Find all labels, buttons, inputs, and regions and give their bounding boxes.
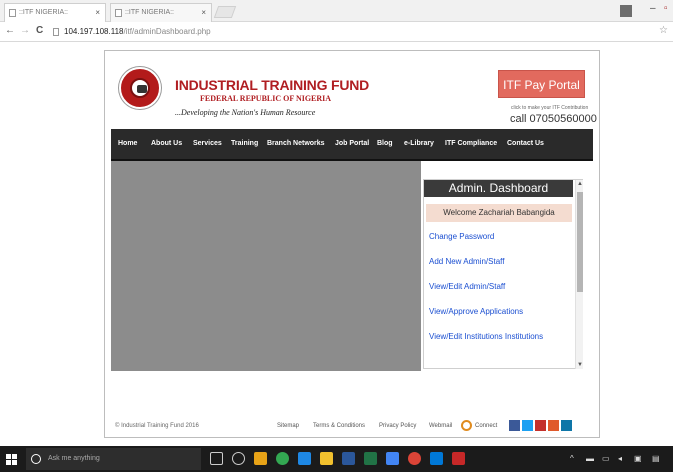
app-icon[interactable] <box>320 452 333 465</box>
browser-tab-1[interactable]: ::ITF NIGERIA:: × <box>4 3 106 22</box>
chrome-icon[interactable] <box>408 452 421 465</box>
app-icon[interactable] <box>276 452 289 465</box>
volume-icon[interactable]: ◂ <box>618 454 622 463</box>
contact-phone: call 07050560000 <box>510 113 597 125</box>
copyright-text: © Industrial Training Fund 2016 <box>115 423 199 429</box>
connect-icon <box>461 420 472 431</box>
youtube-icon[interactable] <box>535 420 546 431</box>
windows-taskbar: Ask me anything ^ ▬ ▭ ◂ ▣ ▤ <box>0 446 673 472</box>
welcome-message: Welcome Zachariah Babangida <box>426 204 572 222</box>
windows-start-icon[interactable] <box>6 454 17 465</box>
cortana-icon <box>31 454 41 464</box>
pay-portal-note: click to make your ITF Contribution <box>511 105 589 111</box>
menu-item-itf-compliance[interactable]: ITF Compliance <box>445 140 497 147</box>
reload-icon[interactable]: C <box>36 25 43 36</box>
pdf-icon[interactable] <box>452 452 465 465</box>
scrollbar-thumb[interactable] <box>577 192 583 292</box>
url-path: /itf/adminDashboard.php <box>123 27 211 36</box>
footer-link-terms[interactable]: Terms & Conditions <box>313 423 365 429</box>
close-window-icon[interactable]: ▫ <box>664 3 668 14</box>
menu-item-about[interactable]: About Us <box>151 140 182 147</box>
address-bar: ← → C 104.197.108.118/itf/adminDashboard… <box>0 22 673 42</box>
url-host: 104.197.108.118 <box>64 27 124 36</box>
menu-item-home[interactable]: Home <box>118 140 137 147</box>
scroll-down-icon[interactable]: ▼ <box>577 362 583 368</box>
minimize-icon[interactable]: – <box>650 3 656 14</box>
admin-dashboard-panel: Admin. Dashboard Welcome Zachariah Baban… <box>423 179 583 369</box>
eagle-icon <box>137 85 147 93</box>
menu-item-job-portal[interactable]: Job Portal <box>335 140 369 147</box>
add-admin-staff-link[interactable]: Add New Admin/Staff <box>429 257 569 266</box>
linkedin-icon[interactable] <box>561 420 572 431</box>
notification-icon[interactable]: ▣ <box>634 454 642 463</box>
app-icon[interactable] <box>430 452 443 465</box>
web-page: INDUSTRIAL TRAINING FUND FEDERAL REPUBLI… <box>0 42 673 446</box>
org-motto: ...Developing the Nation's Human Resourc… <box>175 108 316 117</box>
page-icon <box>53 28 59 36</box>
menu-item-elibrary[interactable]: e-Library <box>404 140 434 147</box>
org-name: INDUSTRIAL TRAINING FUND <box>175 77 370 93</box>
edge-icon[interactable] <box>232 452 245 465</box>
new-tab-button[interactable] <box>213 6 237 18</box>
word-icon[interactable] <box>342 452 355 465</box>
menu-item-contact[interactable]: Contact Us <box>507 140 544 147</box>
network-icon[interactable]: ▬ <box>586 454 594 463</box>
back-arrow-icon[interactable]: ← <box>5 25 15 36</box>
task-view-icon[interactable] <box>210 452 223 465</box>
tab-title: ::ITF NIGERIA:: <box>19 9 69 16</box>
forward-arrow-icon[interactable]: → <box>20 25 30 36</box>
view-edit-institutions-link[interactable]: View/Edit Institutions Institutions <box>429 332 569 341</box>
view-approve-applications-link[interactable]: View/Approve Applications <box>429 307 569 316</box>
url-field[interactable]: 104.197.108.118/itf/adminDashboard.php <box>52 25 652 39</box>
page-icon <box>115 9 122 17</box>
itf-pay-portal-button[interactable]: ITF Pay Portal <box>498 70 585 98</box>
page-icon <box>9 9 16 17</box>
footer-link-webmail[interactable]: Webmail <box>429 423 452 429</box>
page-footer: © Industrial Training Fund 2016 Sitemap … <box>111 419 593 435</box>
facebook-icon[interactable] <box>509 420 520 431</box>
excel-icon[interactable] <box>364 452 377 465</box>
view-edit-admin-staff-link[interactable]: View/Edit Admin/Staff <box>429 282 569 291</box>
logo-seal <box>130 78 150 98</box>
twitter-icon[interactable] <box>522 420 533 431</box>
page-container: INDUSTRIAL TRAINING FUND FEDERAL REPUBLI… <box>104 50 600 438</box>
browser-tab-bar: ::ITF NIGERIA:: × ::ITF NIGERIA:: × – ▫ <box>0 0 673 22</box>
admin-panel-scrollbar[interactable]: ▲ ▼ <box>575 180 583 369</box>
tray-chevron-icon[interactable]: ^ <box>570 454 574 463</box>
footer-link-privacy[interactable]: Privacy Policy <box>379 423 416 429</box>
app-icon[interactable] <box>386 452 399 465</box>
browser-tab-2[interactable]: ::ITF NIGERIA:: × <box>110 3 212 22</box>
menu-item-services[interactable]: Services <box>193 140 222 147</box>
rss-icon[interactable] <box>548 420 559 431</box>
close-tab-icon[interactable]: × <box>201 8 206 17</box>
file-explorer-icon[interactable] <box>254 452 267 465</box>
taskbar-search-box[interactable]: Ask me anything <box>26 448 201 470</box>
bookmark-star-icon[interactable]: ☆ <box>659 25 668 36</box>
org-subtitle: FEDERAL REPUBLIC OF NIGERIA <box>200 94 332 103</box>
user-profile-icon[interactable] <box>620 5 632 17</box>
close-tab-icon[interactable]: × <box>95 8 100 17</box>
menu-item-training[interactable]: Training <box>231 140 258 147</box>
footer-link-sitemap[interactable]: Sitemap <box>277 423 299 429</box>
menu-item-branch-networks[interactable]: Branch Networks <box>267 140 325 147</box>
itf-logo[interactable] <box>119 67 161 109</box>
connect-label: Connect <box>475 423 498 429</box>
main-menu: Home About Us Services Training Branch N… <box>111 129 593 161</box>
change-password-link[interactable]: Change Password <box>429 232 569 241</box>
battery-icon[interactable]: ▭ <box>602 454 610 463</box>
keyboard-icon[interactable]: ▤ <box>652 454 660 463</box>
scroll-up-icon[interactable]: ▲ <box>577 181 583 187</box>
taskbar-search-placeholder: Ask me anything <box>48 455 100 462</box>
menu-item-blog[interactable]: Blog <box>377 140 393 147</box>
app-icon[interactable] <box>298 452 311 465</box>
banner-image <box>111 161 421 371</box>
tab-title: ::ITF NIGERIA:: <box>125 9 175 16</box>
admin-dashboard-title: Admin. Dashboard <box>424 180 573 197</box>
